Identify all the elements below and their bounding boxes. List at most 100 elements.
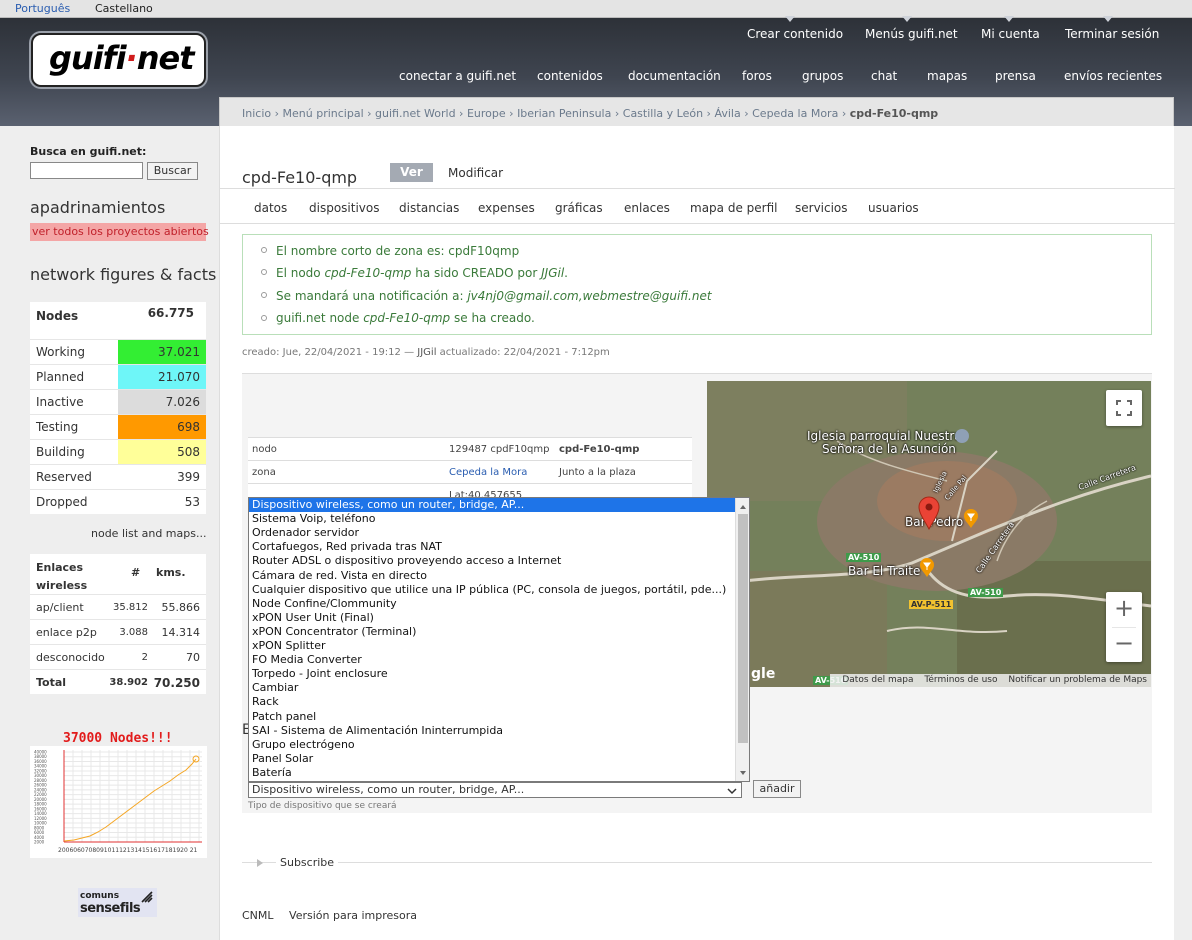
comunssensefils-logo[interactable]: comuns sensefils	[78, 888, 157, 917]
select-current-value: Dispositivo wireless, como un router, br…	[252, 783, 525, 796]
message-user[interactable]: JJGil	[541, 266, 564, 280]
dropdown-option[interactable]: SAI - Sistema de Alimentación Ininterrum…	[249, 724, 735, 738]
nav-terminar-sesion[interactable]: Terminar sesión	[1065, 27, 1159, 41]
dropdown-option[interactable]: Patch panel	[249, 710, 735, 724]
print-version-link[interactable]: Versión para impresora	[289, 909, 417, 922]
scroll-up-icon[interactable]	[736, 500, 750, 514]
fullscreen-button[interactable]	[1106, 390, 1142, 426]
dropdown-option[interactable]: Router ADSL o dispositivo proveyendo acc…	[249, 554, 735, 568]
dropdown-scrollbar[interactable]	[735, 498, 749, 781]
subtab-mapa-perfil[interactable]: mapa de perfil	[690, 201, 777, 215]
dropdown-option[interactable]: Cualquier dispositivo que utilice una IP…	[249, 583, 735, 597]
subscribe-link[interactable]: Subscribe	[276, 856, 339, 869]
footer-links: CNML Versión para impresora	[242, 909, 429, 922]
dropdown-option[interactable]: Grupo electrógeno	[249, 738, 735, 752]
info-zone-link[interactable]: Cepeda la Mora	[449, 467, 527, 478]
dropdown-option[interactable]: xPON Splitter	[249, 639, 735, 653]
node-list-link[interactable]: node list and maps...	[91, 527, 206, 540]
map-data-link[interactable]: Datos del mapa	[842, 675, 913, 685]
map-marker-icon[interactable]	[918, 496, 940, 530]
dropdown-option[interactable]: xPON Concentrator (Terminal)	[249, 625, 735, 639]
dropdown-option[interactable]: Cambiar	[249, 681, 735, 695]
dropdown-option[interactable]: Ordenador servidor	[249, 526, 735, 540]
nav-grupos[interactable]: grupos	[802, 69, 843, 83]
lang-spanish-link[interactable]: Castellano	[95, 2, 153, 15]
device-type-select[interactable]: Dispositivo wireless, como un router, br…	[248, 782, 742, 798]
breadcrumb-item[interactable]: Iberian Peninsula	[517, 107, 611, 120]
breadcrumb-item[interactable]: Europe	[467, 107, 506, 120]
dropdown-option[interactable]: Cámara de red. Vista en directo	[249, 569, 735, 583]
subtab-dispositivos[interactable]: dispositivos	[309, 201, 379, 215]
meta-created: creado: Jue, 22/04/2021 - 19:12 —	[242, 347, 418, 358]
dropdown-option[interactable]: Panel Solar	[249, 752, 735, 766]
nav-crear-contenido[interactable]: Crear contenido	[747, 27, 843, 41]
nav-prensa[interactable]: prensa	[995, 69, 1036, 83]
map-terms-link[interactable]: Términos de uso	[924, 675, 997, 685]
wireless-icon	[141, 891, 153, 903]
nav-mapas[interactable]: mapas	[927, 69, 967, 83]
subtab-distancias[interactable]: distancias	[399, 201, 459, 215]
breadcrumb-item[interactable]: Menú principal	[283, 107, 364, 120]
nav-mi-cuenta[interactable]: Mi cuenta	[981, 27, 1040, 41]
subtab-usuarios[interactable]: usuarios	[868, 201, 919, 215]
subtab-servicios[interactable]: servicios	[795, 201, 848, 215]
nav-conectar[interactable]: conectar a guifi.net	[399, 69, 516, 83]
breadcrumb-item[interactable]: Inicio	[242, 107, 271, 120]
stats-row: Working 37.021	[30, 339, 206, 364]
nav-chat[interactable]: chat	[871, 69, 897, 83]
breadcrumb-item[interactable]: Castilla y León	[623, 107, 703, 120]
subtab-graficas[interactable]: gráficas	[555, 201, 603, 215]
zoom-out-button[interactable]: −	[1106, 627, 1142, 662]
zoom-in-button[interactable]: +	[1106, 592, 1142, 627]
scroll-down-icon[interactable]	[736, 766, 750, 780]
bar-poi-icon[interactable]	[919, 558, 935, 578]
lang-portuguese-link[interactable]: Português	[15, 2, 70, 15]
nav-documentacion[interactable]: documentación	[628, 69, 721, 83]
subtab-datos[interactable]: datos	[254, 201, 287, 215]
stats-label: Working	[36, 345, 85, 359]
meta-author[interactable]: JJGil	[417, 347, 436, 358]
dropdown-option[interactable]: xPON User Unit (Final)	[249, 611, 735, 625]
dropdown-option[interactable]: Batería	[249, 766, 735, 780]
map-label-church-2: Señora de la Asunción	[822, 442, 956, 456]
add-device-button[interactable]: añadir	[753, 780, 801, 798]
subtab-expenses[interactable]: expenses	[478, 201, 535, 215]
nav-contenidos[interactable]: contenidos	[537, 69, 603, 83]
scrollbar-thumb[interactable]	[738, 514, 748, 743]
tab-edit[interactable]: Modificar	[448, 166, 503, 180]
nodes-value: 66.775	[147, 306, 194, 320]
search-input[interactable]	[30, 162, 143, 179]
nav-envios-recientes[interactable]: envíos recientes	[1064, 69, 1162, 83]
links-header-count: #	[131, 566, 141, 579]
dropdown-option[interactable]: FO Media Converter	[249, 653, 735, 667]
links-header-type: Enlaces wireless	[36, 561, 88, 592]
expand-arrow-icon[interactable]	[257, 859, 263, 867]
dropdown-option[interactable]: Node Confine/Clommunity	[249, 597, 735, 611]
search-button[interactable]: Buscar	[147, 162, 198, 180]
subtab-enlaces[interactable]: enlaces	[624, 201, 670, 215]
breadcrumb: Inicio › Menú principal › guifi.net Worl…	[219, 97, 1174, 127]
message-text: Se mandará una notificación a:	[276, 289, 468, 303]
google-map[interactable]: Iglesia parroquial Nuestra Señora de la …	[707, 381, 1151, 687]
dropdown-option[interactable]: Sistema Voip, teléfono	[249, 512, 735, 526]
caret-down-icon	[1004, 16, 1014, 22]
cnml-link[interactable]: CNML	[242, 909, 274, 922]
breadcrumb-item[interactable]: Ávila	[714, 107, 740, 120]
link-kms: 70	[186, 651, 200, 664]
dropdown-option[interactable]: Rack	[249, 695, 735, 709]
map-report-link[interactable]: Notificar un problema de Maps	[1008, 675, 1147, 685]
tab-view[interactable]: Ver	[390, 163, 433, 182]
nav-foros[interactable]: foros	[742, 69, 772, 83]
breadcrumb-item[interactable]: Cepeda la Mora	[752, 107, 838, 120]
road-label: AV-P-511	[909, 600, 954, 609]
guifi-logo[interactable]: guifi·net	[31, 33, 206, 87]
breadcrumb-item[interactable]: guifi.net World	[375, 107, 456, 120]
node-subtabs: datos dispositivos distancias expenses g…	[220, 188, 1175, 224]
device-type-dropdown-list[interactable]: Batería Panel Solar Grupo electrógeno SAI -…	[248, 497, 750, 782]
dropdown-option[interactable]: Cortafuegos, Red privada tras NAT	[249, 540, 735, 554]
nav-menus-guifi[interactable]: Menús guifi.net	[865, 27, 958, 41]
bar-poi-icon[interactable]	[963, 509, 979, 529]
sponsor-link[interactable]: ver todos los proyectos abiertos	[30, 223, 209, 241]
dropdown-option[interactable]: Torpedo - Joint enclosure	[249, 667, 735, 681]
dropdown-option[interactable]: Dispositivo wireless, como un router, br…	[249, 498, 735, 512]
